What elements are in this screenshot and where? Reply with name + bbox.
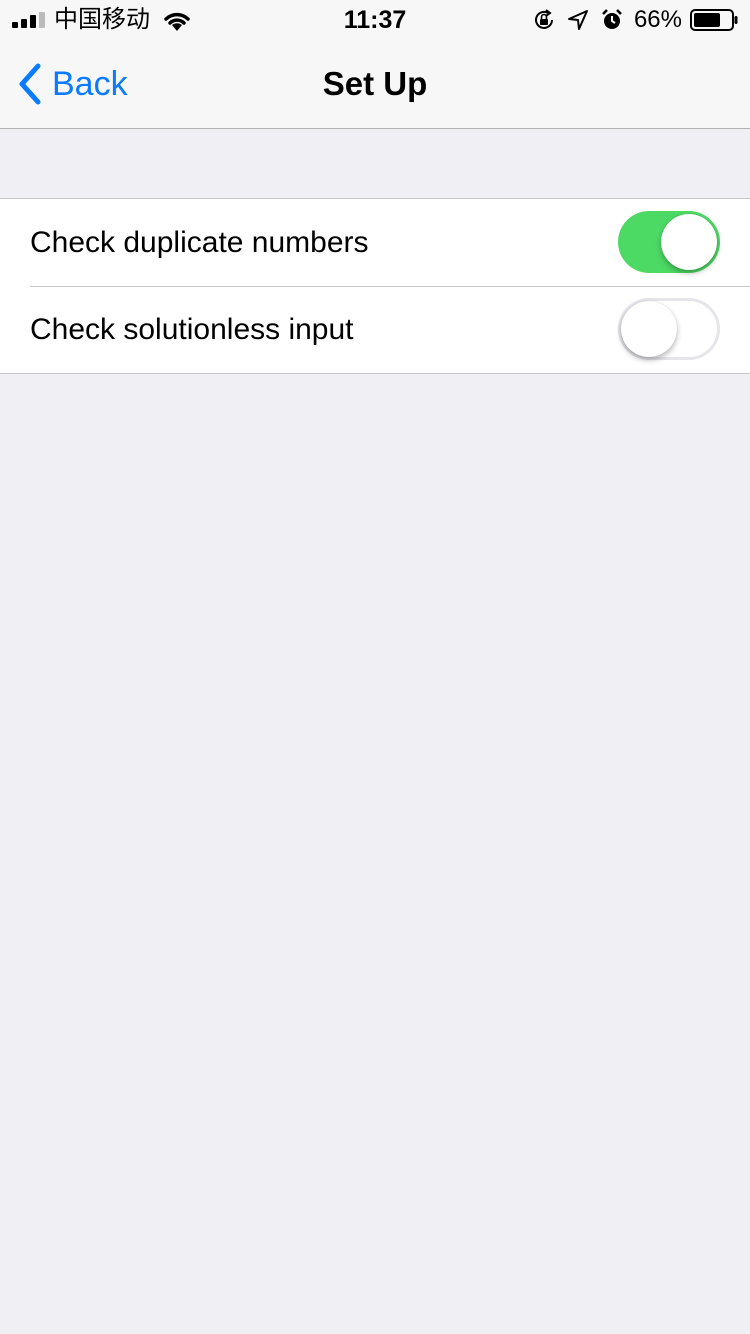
- battery-percent: 66%: [633, 6, 682, 33]
- location-icon: [567, 10, 588, 30]
- alarm-icon: [602, 9, 622, 29]
- page-title: Set Up: [322, 65, 428, 102]
- settings-list: Check duplicate numbers Check solutionle…: [0, 198, 750, 374]
- setting-label: Check solutionless input: [30, 313, 354, 346]
- orientation-lock-icon: [534, 9, 553, 29]
- status-bar: 中国移动 11:37 66%: [0, 0, 750, 40]
- battery-icon: [690, 9, 738, 31]
- duplicate-numbers-toggle[interactable]: [618, 211, 720, 273]
- status-icons: 66%: [532, 6, 738, 34]
- setting-row-solutionless-input: Check solutionless input: [0, 286, 750, 373]
- setting-row-duplicate-numbers: Check duplicate numbers: [0, 199, 750, 286]
- toggle-knob: [621, 301, 677, 357]
- toggle-knob: [661, 214, 717, 270]
- navigation-bar: Back Set Up: [0, 40, 750, 129]
- solutionless-input-toggle[interactable]: [618, 298, 720, 360]
- setting-label: Check duplicate numbers: [30, 226, 369, 259]
